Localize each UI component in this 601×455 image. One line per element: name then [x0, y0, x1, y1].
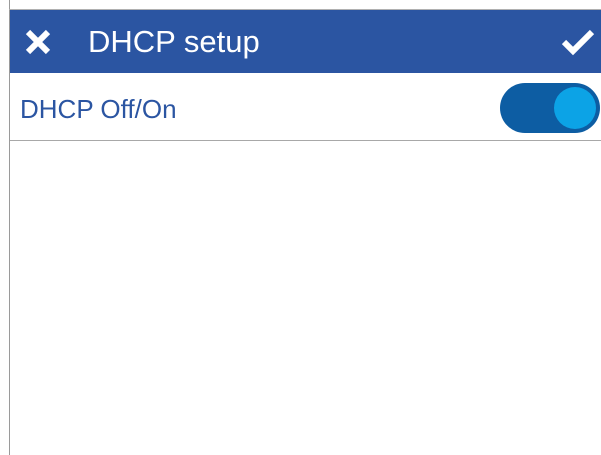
checkmark-icon: [561, 29, 595, 56]
close-icon: [25, 29, 51, 55]
confirm-button[interactable]: [561, 28, 595, 56]
dhcp-toggle[interactable]: [500, 83, 600, 133]
toggle-knob: [554, 87, 596, 129]
title-bar: DHCP setup: [10, 10, 601, 73]
dhcp-setting-label: DHCP Off/On: [20, 94, 177, 124]
close-button[interactable]: [24, 28, 52, 56]
page-title: DHCP setup: [88, 24, 260, 59]
dhcp-setting-row: DHCP Off/On: [10, 73, 601, 141]
